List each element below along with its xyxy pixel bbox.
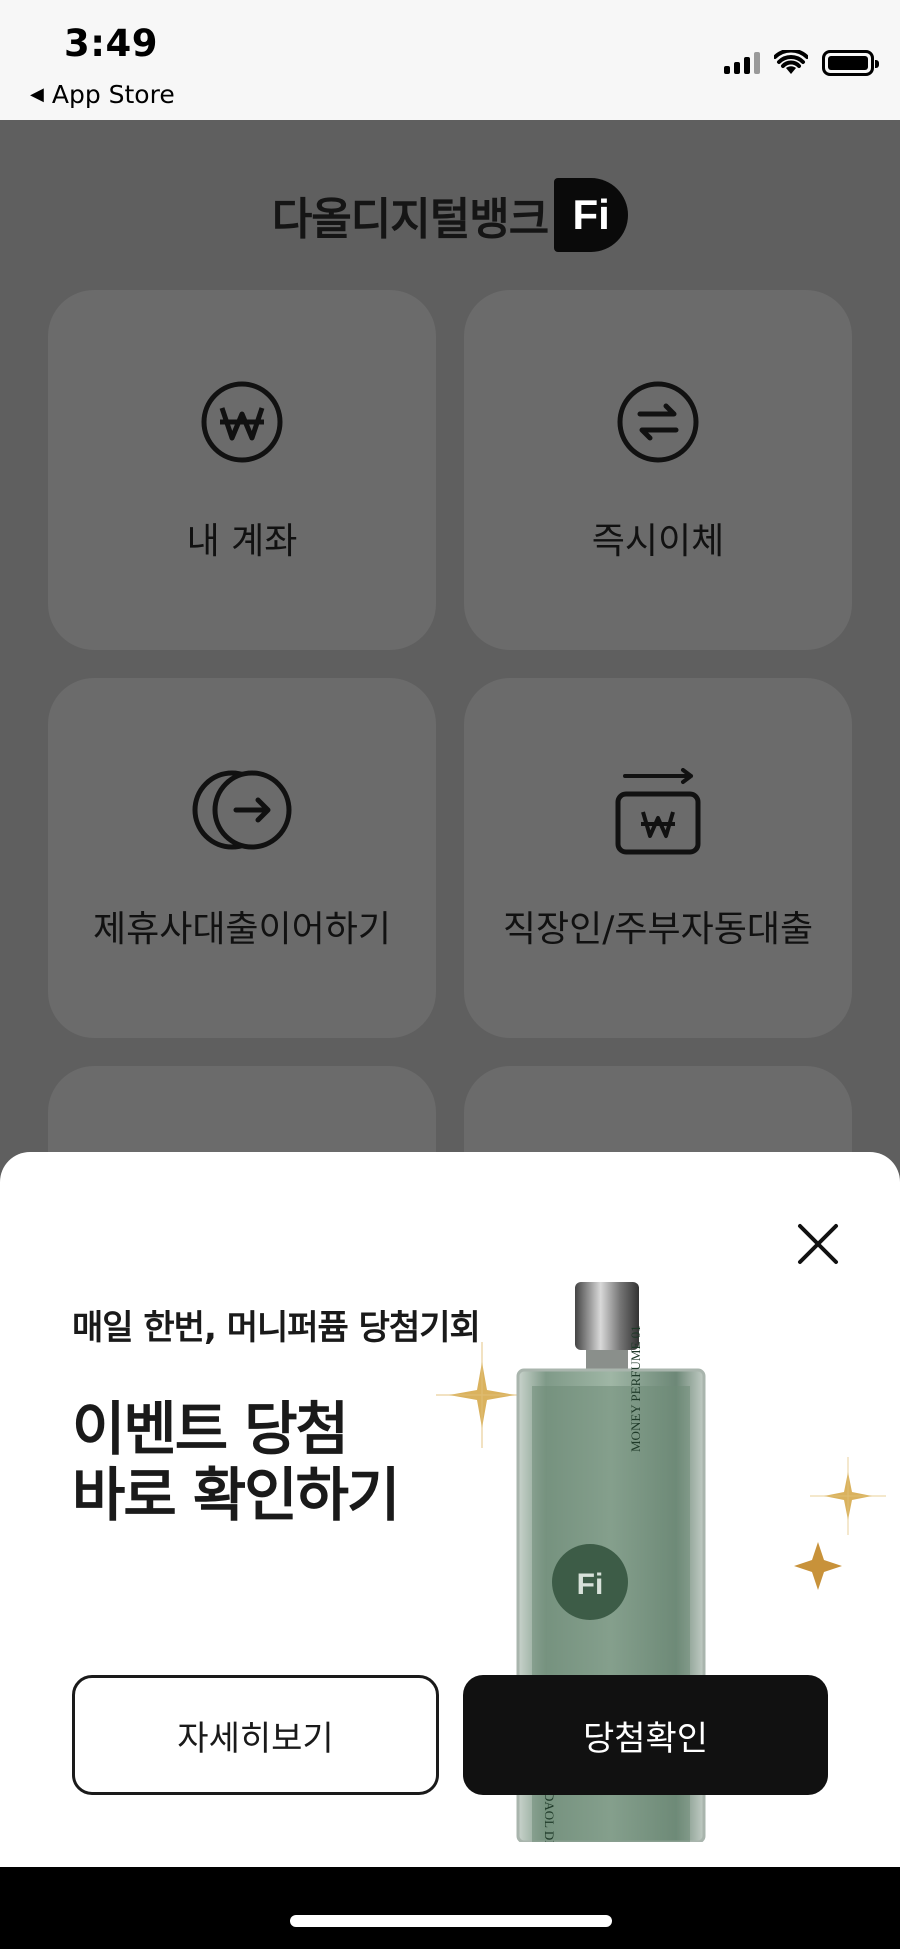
won-coin-icon	[201, 381, 283, 463]
brand-header: 다올디지털뱅크 Fi	[0, 178, 900, 252]
brand-logo: Fi	[554, 178, 629, 252]
popup-subtitle: 매일 한번, 머니퍼퓸 당첨기회	[72, 1308, 481, 1348]
menu-tile-instant-transfer[interactable]: 즉시이체	[464, 290, 852, 650]
svg-text:Fi: Fi	[577, 1568, 604, 1601]
home-indicator[interactable]	[290, 1915, 612, 1927]
popup-headline-line1: 이벤트 당첨	[72, 1395, 349, 1463]
popup-headline-line2: 바로 확인하기	[72, 1461, 400, 1529]
brand-name: 다올디지털뱅크	[271, 194, 549, 245]
menu-tile-label: 즉시이체	[591, 521, 725, 562]
loan-continue-icon	[192, 770, 292, 850]
battery-icon	[822, 50, 879, 76]
menu-tile-label: 내 계좌	[186, 521, 298, 562]
back-to-app-store[interactable]: ◀ App Store	[30, 80, 175, 109]
transfer-arrows-icon	[617, 381, 699, 463]
popup-headline: 이벤트 당첨 바로 확인하기	[72, 1395, 400, 1529]
sparkle-icon	[436, 1342, 528, 1448]
status-bar: 3:49 ◀ App Store	[0, 0, 900, 120]
auto-loan-icon	[615, 768, 701, 855]
menu-tile-label: 제휴사대출이어하기	[92, 909, 392, 950]
sparkle-icon	[794, 1542, 842, 1590]
clock: 3:49	[64, 22, 159, 65]
details-button[interactable]: 자세히보기	[72, 1675, 439, 1795]
back-triangle-icon: ◀	[30, 84, 44, 105]
menu-tile-label: 직장인/주부자동대출	[502, 909, 814, 950]
back-app-label: App Store	[51, 80, 175, 109]
close-icon[interactable]	[796, 1222, 840, 1266]
event-popup-sheet: 매일 한번, 머니퍼퓸 당첨기회 이벤트 당첨 바로 확인하기 Fi MONEY…	[0, 1152, 900, 1867]
sparkle-icon	[810, 1457, 886, 1535]
status-icons	[724, 50, 879, 76]
cellular-signal-icon	[724, 52, 760, 74]
svg-text:DAOL DIGITAL BANK: DAOL DIGITAL BANK	[542, 1792, 557, 1842]
menu-tile-auto-loan[interactable]: 직장인/주부자동대출	[464, 678, 852, 1038]
menu-tile-partner-loan[interactable]: 제휴사대출이어하기	[48, 678, 436, 1038]
svg-text:MONEY PERFUME 01: MONEY PERFUME 01	[628, 1325, 643, 1452]
menu-tile-my-account[interactable]: 내 계좌	[48, 290, 436, 650]
wifi-icon	[774, 50, 808, 74]
confirm-win-button[interactable]: 당첨확인	[463, 1675, 828, 1795]
home-indicator-area	[0, 1867, 900, 1949]
